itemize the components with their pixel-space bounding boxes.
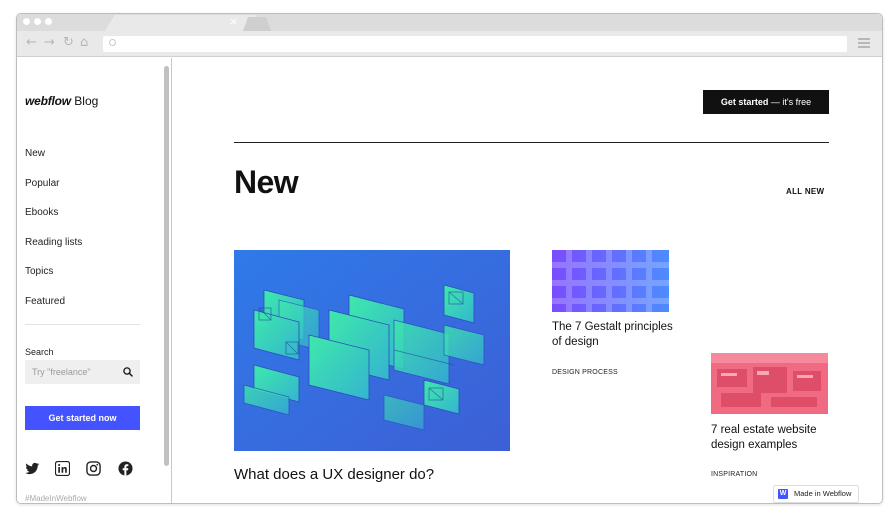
all-new-link[interactable]: ALL NEW [786, 187, 824, 196]
sidebar-item-popular[interactable]: Popular [25, 178, 59, 189]
gestalt-article-image[interactable] [552, 250, 669, 312]
real-estate-article-tag[interactable]: INSPIRATION [711, 471, 757, 478]
sidebar-item-ebooks[interactable]: Ebooks [25, 207, 58, 218]
blog-logo[interactable]: webflow Blog [25, 94, 98, 108]
tab-close-icon[interactable]: × [229, 15, 238, 29]
real-estate-article-title[interactable]: 7 real estate website design examples [711, 423, 841, 453]
section-divider [234, 142, 829, 143]
search-icon[interactable] [123, 367, 133, 377]
sidebar-scrollbar[interactable] [164, 66, 169, 466]
minimize-window-button[interactable] [34, 18, 41, 25]
facebook-icon[interactable] [118, 461, 133, 476]
instagram-icon[interactable] [86, 461, 101, 476]
maximize-window-button[interactable] [45, 18, 52, 25]
sidebar-item-featured[interactable]: Featured [25, 296, 65, 307]
sidebar-border [171, 58, 172, 503]
sidebar-item-topics[interactable]: Topics [25, 266, 53, 277]
search-input[interactable] [25, 360, 117, 384]
made-in-webflow-hashtag[interactable]: #MadeInWebflow [25, 494, 87, 503]
search-label: Search [25, 347, 54, 357]
sidebar: webflow Blog New Popular Ebooks Reading … [17, 58, 163, 503]
webflow-logo-icon: W [778, 489, 788, 499]
logo-brand: webflow [25, 94, 71, 108]
linkedin-icon[interactable] [55, 461, 70, 476]
browser-tab[interactable] [105, 15, 265, 31]
featured-article-image[interactable] [234, 250, 510, 451]
search-icon [109, 39, 116, 46]
window-controls [23, 18, 52, 25]
sidebar-item-reading-lists[interactable]: Reading lists [25, 237, 82, 248]
twitter-icon[interactable] [25, 461, 40, 476]
get-started-free-button[interactable]: Get started — it's free [703, 90, 829, 114]
badge-label: Made in Webflow [794, 489, 852, 498]
cta-rest-label: — it's free [768, 97, 812, 107]
featured-article-title[interactable]: What does a UX designer do? [234, 466, 434, 483]
sidebar-item-new[interactable]: New [25, 148, 45, 159]
sidebar-divider [25, 324, 140, 325]
search-box [25, 360, 140, 384]
gestalt-article-tag[interactable]: DESIGN PROCESS [552, 369, 618, 376]
reload-icon[interactable]: ↻ [63, 35, 74, 51]
logo-suffix: Blog [74, 94, 99, 108]
cta-bold-label: Get started [720, 97, 769, 107]
browser-toolbar: ← → ↻ ⌂ [17, 31, 882, 57]
tab-strip: × [17, 14, 882, 31]
menu-icon[interactable] [858, 38, 870, 50]
page-title: New [234, 164, 299, 200]
address-bar[interactable] [103, 36, 847, 52]
forward-icon[interactable]: → [44, 35, 55, 51]
home-icon[interactable]: ⌂ [80, 35, 88, 51]
get-started-now-button[interactable]: Get started now [25, 406, 140, 430]
made-in-webflow-badge[interactable]: W Made in Webflow [773, 485, 859, 503]
page-viewport: webflow Blog New Popular Ebooks Reading … [17, 58, 882, 503]
real-estate-article-image[interactable] [711, 353, 828, 414]
main-content: Get started — it's free New ALL NEW What… [173, 58, 882, 503]
close-window-button[interactable] [23, 18, 30, 25]
gestalt-article-title[interactable]: The 7 Gestalt principles of design [552, 320, 682, 350]
browser-window: × ← → ↻ ⌂ webflow Blog New Popular Ebook… [16, 13, 883, 504]
back-icon[interactable]: ← [26, 35, 37, 51]
